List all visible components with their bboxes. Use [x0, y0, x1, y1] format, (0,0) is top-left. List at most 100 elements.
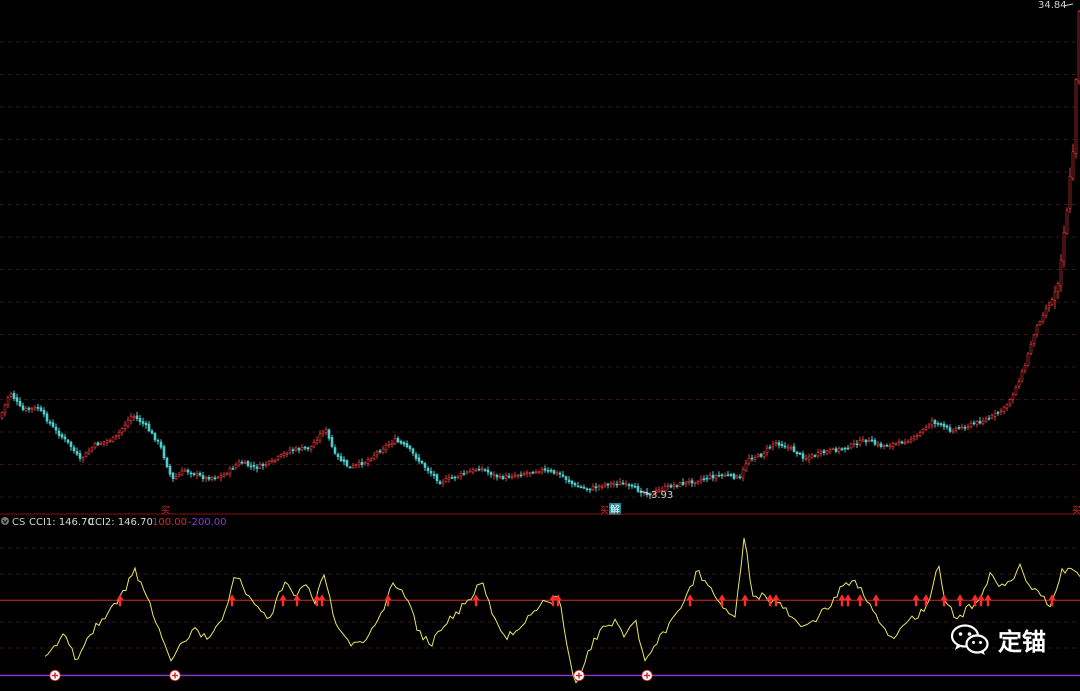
candle-body: [867, 440, 871, 442]
up-arrow-marker: [977, 594, 985, 607]
candle-body: [735, 475, 739, 479]
candle-body: [66, 439, 70, 443]
candle-body: [24, 408, 28, 411]
candle-body: [678, 482, 682, 487]
candle-body: [297, 448, 301, 451]
candle-body: [150, 430, 154, 434]
candle-body: [618, 481, 622, 485]
candle-body: [927, 424, 931, 428]
candle-body: [132, 416, 136, 418]
up-arrow-marker: [984, 594, 992, 607]
candle-body: [810, 454, 814, 458]
candle-body: [936, 423, 940, 425]
candle-body: [501, 476, 505, 479]
candle-body: [444, 478, 448, 482]
candle-body: [1074, 79, 1078, 154]
candle-body: [531, 471, 535, 474]
candle-body: [828, 449, 832, 453]
candle-body: [882, 445, 886, 447]
candle-body: [207, 477, 211, 480]
candle-body: [558, 472, 562, 475]
candle-body: [267, 461, 271, 465]
candle-body: [1011, 394, 1015, 400]
candle-body: [300, 447, 304, 451]
candle-body: [186, 469, 190, 473]
candle-body: [138, 418, 142, 422]
candle-body: [513, 474, 517, 477]
price-high-label: 34.84: [1038, 0, 1067, 11]
candle-body: [291, 449, 295, 452]
up-arrow-marker: [844, 594, 852, 607]
candle-body: [609, 482, 613, 485]
candle-body: [387, 443, 391, 446]
candle-body: [1044, 308, 1048, 317]
candle-body: [378, 450, 382, 453]
candle-body: [699, 478, 703, 482]
candle-body: [294, 447, 298, 451]
candle-body: [540, 469, 544, 473]
candle-body: [279, 454, 283, 457]
candle-body: [1053, 291, 1057, 301]
candle-body: [1068, 176, 1072, 210]
candle-body: [6, 397, 10, 405]
candle-body: [1014, 386, 1018, 395]
candle-body: [393, 438, 397, 445]
up-arrow-marker: [872, 594, 880, 607]
candle-body: [1005, 404, 1009, 409]
candle-body: [720, 474, 724, 477]
candle-body: [519, 474, 523, 477]
candle-body: [573, 483, 577, 486]
candle-body: [174, 476, 178, 480]
candle-body: [672, 484, 676, 487]
candle-body: [951, 430, 955, 433]
candle-body: [753, 457, 757, 460]
candle-body: [732, 473, 736, 479]
candle-body: [714, 475, 718, 479]
candle-body: [99, 443, 103, 445]
candle-body: [336, 453, 340, 457]
candle-body: [489, 472, 493, 475]
candle-body: [165, 457, 169, 468]
candle-body: [117, 432, 121, 436]
candle-body: [786, 446, 790, 449]
candle-body: [1056, 283, 1060, 292]
candle-body: [891, 443, 895, 448]
candle-body: [339, 456, 343, 461]
up-arrow-marker: [856, 594, 864, 607]
candle-body: [1020, 370, 1024, 382]
candle-body: [483, 469, 487, 471]
candle-body: [918, 432, 922, 436]
candle-body: [210, 477, 214, 480]
candle-body: [474, 469, 478, 472]
candle-body: [576, 485, 580, 488]
candle-body: [96, 442, 100, 446]
candle-body: [240, 461, 244, 464]
candle-body: [804, 457, 808, 460]
candle-body: [543, 468, 547, 471]
candle-body: [780, 443, 784, 447]
candle-body: [33, 407, 37, 410]
candle-body: [111, 436, 115, 442]
candle-body: [30, 407, 34, 410]
candle-body: [837, 448, 841, 452]
candle-body: [903, 442, 907, 444]
candle-body: [285, 453, 289, 455]
candle-body: [192, 473, 196, 475]
candle-body: [1032, 334, 1036, 344]
candle-body: [825, 450, 829, 454]
candle-body: [873, 440, 877, 445]
candle-body: [1008, 399, 1012, 405]
candle-body: [315, 439, 319, 444]
candle-body: [915, 434, 919, 437]
candle-body: [930, 420, 934, 426]
up-arrow-marker: [956, 594, 964, 607]
candle-body: [960, 426, 964, 429]
candle-body: [3, 404, 7, 414]
candle-body: [462, 473, 466, 475]
candle-body: [633, 485, 637, 488]
candle-body: [504, 475, 508, 479]
candle-body: [39, 407, 43, 411]
candle-body: [1071, 151, 1075, 179]
candle-body: [201, 475, 205, 479]
up-arrow-marker: [686, 594, 694, 607]
